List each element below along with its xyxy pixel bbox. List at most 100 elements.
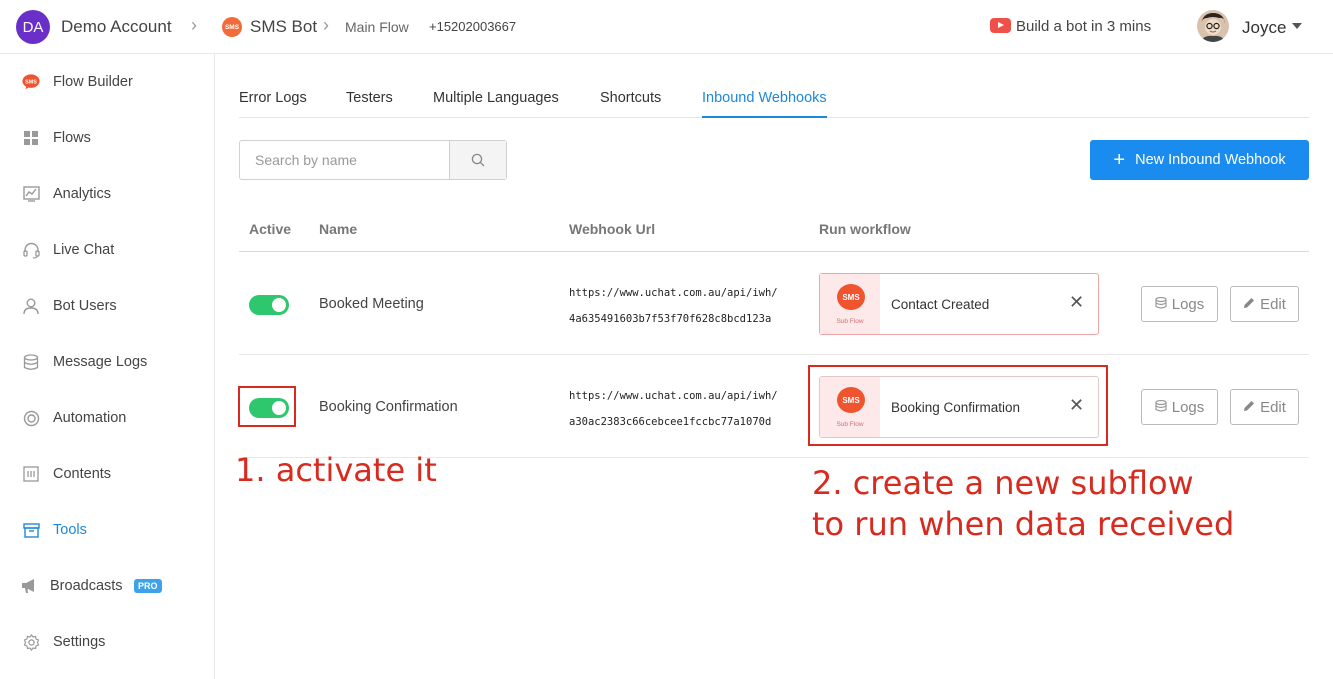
tab-bar: Error Logs Testers Multiple Languages Sh… [239,88,1309,118]
account-name[interactable]: Demo Account [61,17,172,37]
annotation-step-2-line: 2. create a new subflow [812,464,1194,502]
gear-icon [22,633,40,651]
sidebar-item-label: Live Chat [53,242,115,258]
logs-button[interactable]: Logs [1141,389,1218,425]
sidebar-item-live-chat[interactable]: Live Chat [0,230,214,270]
sidebar-item-message-logs[interactable]: Message Logs [0,342,214,382]
sidebar-item-label: Flow Builder [53,74,133,90]
caret-down-icon[interactable] [1292,23,1302,29]
sidebar-item-label: Message Logs [53,354,148,370]
plus-icon: + [1113,149,1126,171]
new-inbound-webhook-button[interactable]: + New Inbound Webhook [1090,140,1309,180]
chevron-right-icon: › [191,15,197,35]
sidebar-item-flows[interactable]: Flows [0,118,214,158]
sms-icon: SMS [22,73,40,91]
webhook-url-line: a30ac2383c66cebcee1fccbc77a1070d [569,416,772,428]
workflow-card[interactable]: SMS Sub Flow Contact Created ✕ [819,273,1099,335]
bot-name[interactable]: SMS Bot [250,17,317,37]
search-icon [471,153,485,167]
user-icon [22,297,40,315]
sidebar-item-settings[interactable]: Settings [0,622,214,662]
sidebar-item-contents[interactable]: Contents [0,454,214,494]
logs-label: Logs [1171,398,1205,416]
search-button[interactable] [449,141,506,179]
sidebar-item-label: Broadcasts [50,578,123,594]
tab-inbound-webhooks[interactable]: Inbound Webhooks [702,90,827,118]
sms-bot-icon: SMS [222,17,242,37]
edit-label: Edit [1260,295,1286,313]
column-header-run-workflow: Run workflow [819,221,911,237]
edit-button[interactable]: Edit [1230,286,1299,322]
youtube-icon[interactable] [990,18,1011,33]
tab-shortcuts[interactable]: Shortcuts [600,90,661,118]
active-toggle[interactable] [249,295,289,315]
search-box [239,140,507,180]
chart-icon [22,185,40,203]
sms-icon: SMS [837,284,865,310]
sidebar-item-flow-builder[interactable]: SMS Flow Builder [0,62,214,102]
database-icon [22,353,40,371]
annotation-step-1: 1. activate it [235,451,437,489]
flow-name[interactable]: Main Flow [345,19,409,35]
database-icon [1155,296,1167,312]
database-icon [1155,399,1167,415]
sidebar-item-label: Bot Users [53,298,117,314]
sidebar-item-label: Flows [53,130,91,146]
svg-text:SMS: SMS [25,79,37,85]
lifebuoy-icon [22,409,40,427]
grid-icon [22,129,40,147]
sidebar-item-label: Contents [53,466,112,482]
highlight-workflow-box [808,365,1108,446]
column-header-active: Active [249,221,292,237]
highlight-toggle-box [238,386,296,427]
table-row: Booked Meeting https://www.uchat.com.au/… [239,252,1309,355]
webhooks-table: Active Name Webhook Url Run workflow Boo… [239,204,1309,459]
sidebar-item-label: Analytics [53,186,112,202]
sidebar-item-automation[interactable]: Automation [0,398,214,438]
webhook-url-line: https://www.uchat.com.au/api/iwh/ [569,287,778,299]
webhook-url-line: 4a635491603b7f53f70f628c8bcd123a [569,313,772,325]
subflow-type-label: Sub Flow [836,318,864,325]
logs-button[interactable]: Logs [1141,286,1218,322]
webhook-url: https://www.uchat.com.au/api/iwh/ 4a6354… [569,280,778,332]
edit-button[interactable]: Edit [1230,389,1299,425]
sidebar-item-analytics[interactable]: Analytics [0,174,214,214]
tab-error-logs[interactable]: Error Logs [239,90,307,118]
annotation-step-2-line: to run when data received [812,505,1235,543]
pencil-icon [1243,297,1255,312]
webhook-name: Booked Meeting [319,296,424,312]
sidebar-item-label: Tools [53,522,87,538]
edit-label: Edit [1260,398,1286,416]
sidebar-item-bot-users[interactable]: Bot Users [0,286,214,326]
build-bot-link[interactable]: Build a bot in 3 mins [1016,18,1151,35]
tab-testers[interactable]: Testers [346,90,393,118]
sidebar-item-broadcasts[interactable]: Broadcasts PRO [0,566,214,606]
sidebar: SMS Flow Builder Flows Analytics Live Ch… [0,54,215,679]
contents-icon [22,465,40,483]
megaphone-icon [20,577,38,595]
phone-number: +15202003667 [429,19,517,34]
annotation-step-2: 2. create a new subflow to run when data… [812,463,1234,545]
close-icon[interactable]: ✕ [1069,293,1084,311]
webhook-url: https://www.uchat.com.au/api/iwh/ a30ac2… [569,383,778,435]
top-header: DA Demo Account › SMS SMS Bot › Main Flo… [0,0,1333,54]
sidebar-item-label: Automation [53,410,127,426]
column-header-webhook-url: Webhook Url [569,221,656,237]
logs-label: Logs [1171,295,1205,313]
webhook-name: Booking Confirmation [319,399,458,415]
table-row: Booking Confirmation https://www.uchat.c… [239,355,1309,458]
column-header-name: Name [319,221,358,237]
toolbox-icon [22,521,40,539]
chevron-right-icon: › [323,15,329,35]
search-input[interactable] [240,141,450,179]
account-avatar[interactable]: DA [16,10,50,44]
subflow-icon-box: SMS Sub Flow [820,274,880,334]
sidebar-item-tools[interactable]: Tools [0,510,214,550]
sidebar-item-label: Settings [53,634,106,650]
webhook-url-line: https://www.uchat.com.au/api/iwh/ [569,390,778,402]
tab-multiple-languages[interactable]: Multiple Languages [433,90,559,118]
pro-badge: PRO [134,579,162,593]
pencil-icon [1243,400,1255,415]
user-avatar[interactable] [1197,10,1229,42]
user-name[interactable]: Joyce [1242,18,1286,38]
